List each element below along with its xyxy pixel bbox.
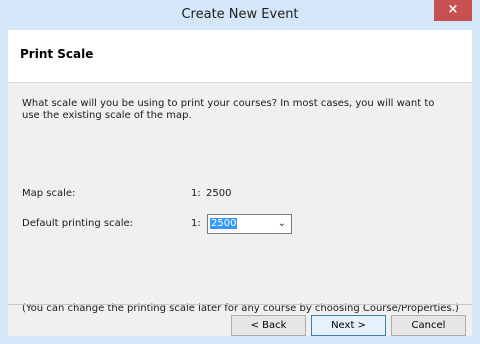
back-button[interactable]: < Back	[231, 315, 306, 336]
default-printing-scale-label: Default printing scale:	[22, 218, 133, 229]
wizard-header: Print Scale	[8, 30, 472, 83]
map-scale-prefix: 1:	[191, 188, 201, 199]
cancel-button[interactable]: Cancel	[391, 315, 466, 336]
default-printing-scale-prefix: 1:	[191, 218, 201, 229]
map-scale-value: 2500	[206, 188, 232, 199]
printing-scale-combobox[interactable]: 2500 ⌄	[207, 214, 292, 234]
title-bar[interactable]: Create New Event ×	[0, 0, 480, 30]
wizard-content: What scale will you be using to print yo…	[8, 84, 472, 314]
footer-divider	[8, 304, 472, 305]
chevron-down-icon[interactable]: ⌄	[278, 218, 286, 229]
next-button[interactable]: Next >	[311, 315, 386, 336]
window-title: Create New Event	[181, 7, 299, 22]
dialog-client: Print Scale What scale will you be using…	[8, 30, 472, 336]
intro-text: What scale will you be using to print yo…	[22, 98, 435, 121]
printing-scale-selected-value[interactable]: 2500	[210, 218, 238, 229]
page-title: Print Scale	[20, 47, 94, 61]
map-scale-label: Map scale:	[22, 188, 76, 199]
dialog-window: Create New Event × Print Scale What scal…	[0, 0, 480, 344]
close-button[interactable]: ×	[434, 0, 472, 21]
